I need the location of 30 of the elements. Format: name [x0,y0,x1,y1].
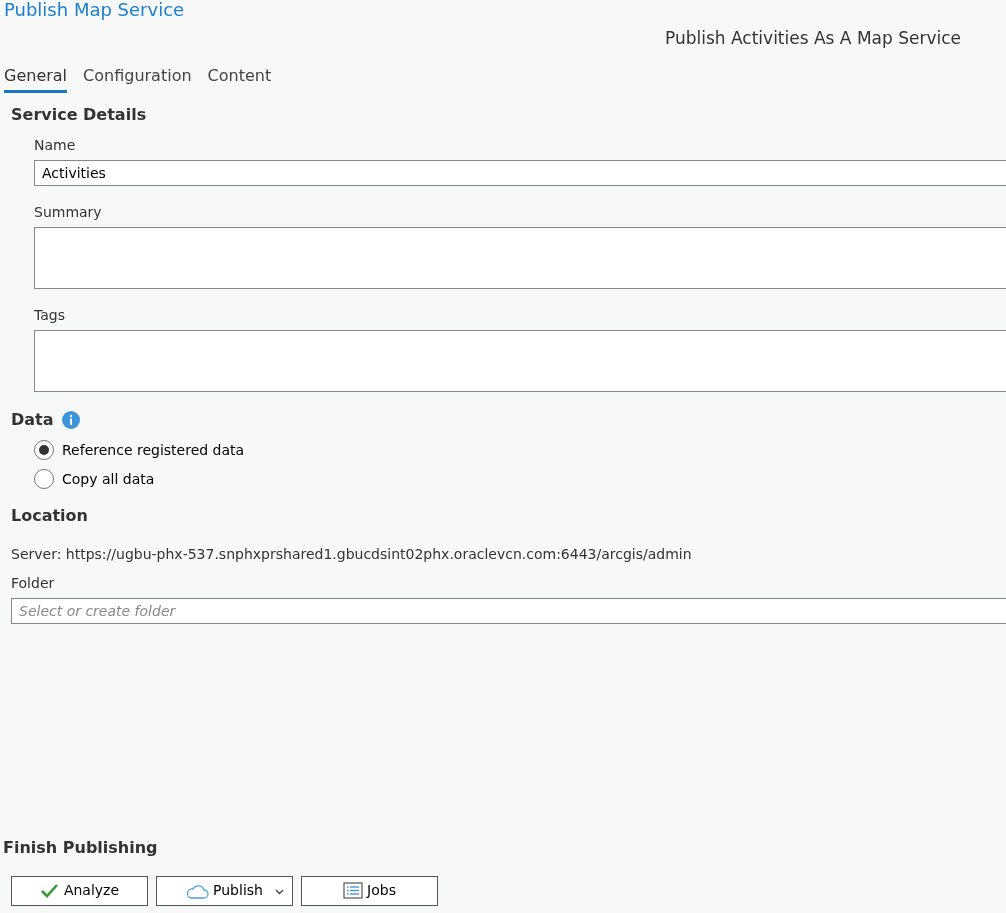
check-icon [39,882,60,899]
section-heading: Location [11,504,89,527]
cloud-icon [186,882,210,899]
radio-button[interactable] [34,440,54,460]
field-label: Summary [34,202,103,222]
field-label: Folder [11,573,56,593]
text-area[interactable] [34,226,1006,289]
folder-field[interactable]: Select or create folder [11,597,1006,624]
tab[interactable]: General [4,63,68,93]
tab[interactable]: Configuration [83,63,192,93]
radio-button[interactable] [34,469,54,489]
field-label: Name [34,135,77,155]
dialog-subtitle: Publish Activities As A Map Service [664,27,962,50]
publish-button[interactable]: Publish [156,875,293,906]
caret-icon[interactable] [275,888,284,895]
radio-option[interactable]: Reference registered data [34,439,1006,461]
text-area[interactable] [34,329,1006,392]
tab[interactable]: Content [207,63,272,93]
server-url: Server: https://ugbu-phx-537.snphxprshared1.gbucdsint02phx.oraclevcn.com:6443/arcgis/admin [11,544,693,564]
analyze-button[interactable]: Analyze [11,875,148,906]
field-label: Tags [34,305,66,325]
radio-option[interactable]: Copy all data [34,468,1006,490]
list-icon [343,882,364,899]
info-icon[interactable] [61,410,80,429]
section-heading: Finish Publishing [3,836,159,859]
text-field[interactable]: Activities [34,159,1006,186]
jobs-button[interactable]: Jobs [301,875,438,906]
window-title: Publish Map Service [3,0,185,20]
section-heading: Data [11,408,54,431]
section-heading: Service Details [11,103,148,126]
